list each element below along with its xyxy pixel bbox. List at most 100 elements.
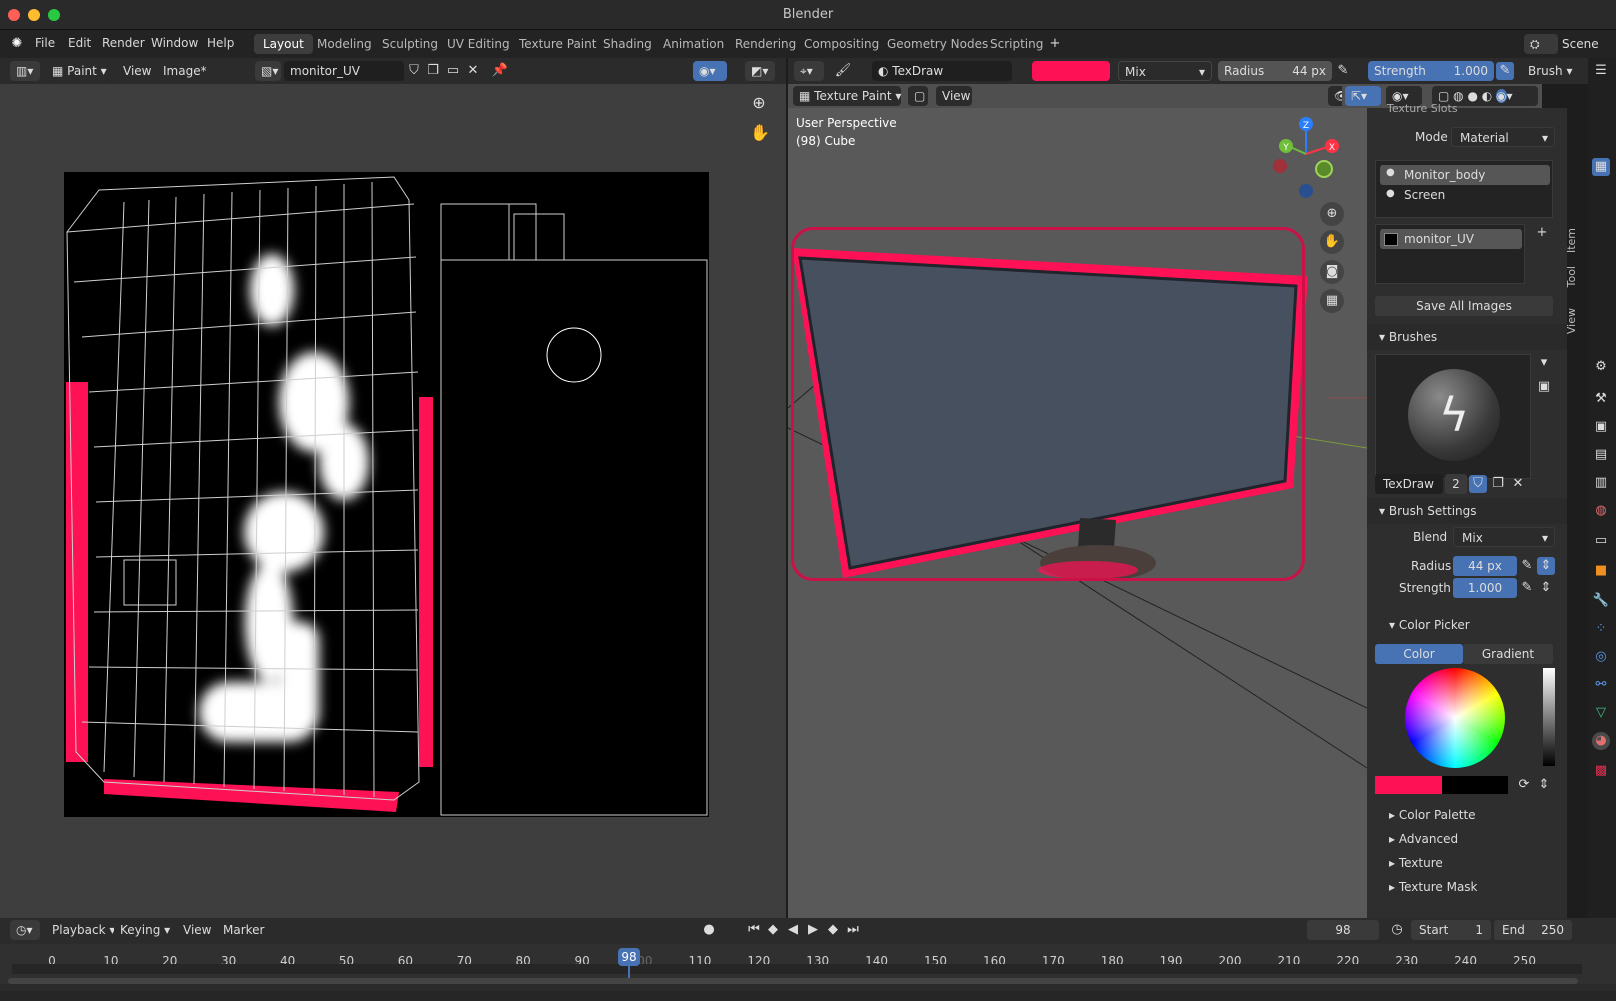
physics-icon[interactable]: ◎	[1592, 648, 1610, 666]
menu-image[interactable]: Image*	[163, 64, 207, 78]
material-item-screen[interactable]: Screen	[1404, 188, 1445, 202]
brush-preview[interactable]: ϟ	[1375, 354, 1531, 479]
tab-sculpting[interactable]: Sculpting	[373, 34, 447, 54]
radius-pressure-icon[interactable]: ✎	[1518, 557, 1536, 575]
strength-pressure-icon[interactable]: ✎	[1518, 579, 1536, 597]
brush-image-icon[interactable]: ▣	[1535, 378, 1553, 396]
advanced-panel[interactable]: ▸ Advanced	[1389, 832, 1458, 846]
new-image-icon[interactable]: ❐	[424, 62, 442, 80]
texture-slots-title[interactable]: Texture Slots	[1387, 102, 1458, 115]
data-icon[interactable]: ▽	[1592, 704, 1610, 722]
viewport-view-menu[interactable]: View	[936, 86, 972, 106]
texture-icon[interactable]: ▩	[1592, 762, 1610, 780]
uv-texture-image[interactable]	[64, 172, 709, 817]
menu-window[interactable]: Window	[151, 36, 198, 50]
tab-rendering[interactable]: Rendering	[726, 34, 805, 54]
image-name-field[interactable]: monitor_UV	[284, 61, 404, 81]
open-image-folder-icon[interactable]: ▭	[444, 62, 462, 80]
color-palette-panel[interactable]: ▸ Color Palette	[1389, 808, 1476, 822]
mode-dropdown[interactable]: ▦ Paint ▾	[46, 61, 111, 81]
brush-tool-icon[interactable]: 🖌	[834, 62, 852, 80]
material-icon[interactable]: ◕	[1592, 732, 1610, 750]
brush-name-field[interactable]: TexDraw	[1375, 474, 1443, 494]
pin-icon[interactable]: 📌	[491, 62, 509, 80]
render-icon[interactable]: ▣	[1592, 418, 1610, 436]
save-all-images-button[interactable]: Save All Images	[1375, 296, 1553, 316]
menu-help[interactable]: Help	[207, 36, 234, 50]
scene-icon[interactable]: ◍	[1592, 502, 1610, 520]
secondary-color-swatch[interactable]	[1442, 776, 1508, 794]
tab-animation[interactable]: Animation	[654, 34, 733, 54]
tab-layout[interactable]: Layout	[254, 34, 313, 54]
viewport-editor-type-button[interactable]: ⌖▾	[794, 61, 824, 81]
editor-type-button[interactable]: ▥▾	[10, 61, 40, 81]
interaction-mode-dropdown[interactable]: ▦ Texture Paint ▾	[793, 86, 901, 106]
tab-item[interactable]: Item	[1565, 228, 1578, 253]
fake-user-shield-icon[interactable]: ⛉	[1469, 475, 1487, 493]
strength-field[interactable]: 1.000	[1453, 578, 1517, 598]
output-icon[interactable]: ▤	[1592, 446, 1610, 464]
object-icon[interactable]: ■	[1592, 562, 1610, 580]
radius-unit-icon[interactable]: ⇕	[1537, 557, 1555, 575]
blender-logo-icon[interactable]: ✺	[8, 35, 26, 53]
add-workspace-icon[interactable]: +	[1046, 35, 1064, 53]
tab-view[interactable]: View	[1565, 308, 1578, 334]
scene-name[interactable]: Scene	[1562, 37, 1599, 51]
brushes-section-header[interactable]: ▾ Brushes	[1367, 324, 1567, 350]
brush-dropdown-icon[interactable]: ▾	[1535, 354, 1553, 372]
texture-panel[interactable]: ▸ Texture	[1389, 856, 1443, 870]
texture-mask-panel[interactable]: ▸ Texture Mask	[1389, 880, 1478, 894]
material-item-monitor-body[interactable]: Monitor_body	[1380, 165, 1550, 185]
current-color-swatch[interactable]	[1375, 776, 1442, 794]
particles-icon[interactable]: ⁘	[1592, 620, 1610, 638]
unlink-image-icon[interactable]: ✕	[464, 62, 482, 80]
slot-mode-dropdown[interactable]: Material ▾	[1451, 127, 1555, 147]
strength-unit-icon[interactable]: ⇕	[1537, 579, 1555, 597]
radius-slider[interactable]: Radius 44 px	[1218, 61, 1332, 81]
gradient-tab[interactable]: Gradient	[1463, 644, 1553, 664]
camera-view-icon[interactable]: ◙	[1320, 260, 1344, 284]
remove-brush-icon[interactable]: ✕	[1509, 475, 1527, 493]
paint-color-swatch[interactable]	[1032, 61, 1110, 81]
constraints-icon[interactable]: ⚯	[1592, 676, 1610, 694]
modifier-wrench-icon[interactable]: 🔧	[1592, 592, 1610, 610]
brush-name-field[interactable]: ◐ TexDraw	[872, 61, 1012, 81]
navigation-gizmo[interactable]: Z Y X	[1268, 116, 1348, 206]
color-tab[interactable]: Color	[1375, 644, 1463, 664]
display-channels-button[interactable]: ◩▾	[745, 61, 775, 81]
blend-dropdown[interactable]: Mix ▾	[1453, 527, 1555, 547]
radius-pressure-icon[interactable]: ✎	[1334, 62, 1352, 80]
zoom-icon[interactable]: ⊕	[750, 94, 768, 112]
scene-selector-button[interactable]: ⛭	[1524, 34, 1558, 54]
tab-modeling[interactable]: Modeling	[308, 34, 381, 54]
tab-uv-editing[interactable]: UV Editing	[438, 34, 519, 54]
zoom-viewport-icon[interactable]: ⊕	[1320, 202, 1344, 226]
value-slider[interactable]	[1543, 668, 1555, 766]
image-slot-monitor-uv[interactable]: monitor_UV	[1380, 229, 1522, 249]
horizontal-scrollbar[interactable]	[8, 978, 1578, 984]
color-picker-header[interactable]: ▾ Color Picker	[1389, 618, 1470, 632]
tab-texture-paint[interactable]: Texture Paint	[510, 34, 605, 54]
brush-menu[interactable]: Brush ▾	[1528, 64, 1572, 78]
add-slot-icon[interactable]: +	[1533, 224, 1551, 242]
tool-tab-icon[interactable]: ▦	[1592, 158, 1610, 176]
brush-settings-section-header[interactable]: ▾ Brush Settings	[1367, 498, 1567, 524]
pan-hand-icon[interactable]: ✋	[750, 124, 770, 142]
tool-settings-icon[interactable]: ⚒	[1592, 390, 1610, 408]
radius-field[interactable]: 44 px	[1453, 556, 1517, 576]
brush-users-count[interactable]: 2	[1445, 474, 1467, 494]
3d-viewport[interactable]: User Perspective (98) Cube Z Y X ⊕ ✋ ◙ ▦	[788, 108, 1367, 918]
tab-compositing[interactable]: Compositing	[795, 34, 888, 54]
view-layer-icon[interactable]: ▥	[1592, 474, 1610, 492]
tab-shading[interactable]: Shading	[594, 34, 661, 54]
menu-edit[interactable]: Edit	[68, 36, 91, 50]
blend-mode-dropdown[interactable]: Mix ▾	[1118, 61, 1212, 81]
color-wheel[interactable]	[1405, 668, 1505, 768]
properties-toggle-icon[interactable]: ⚙	[1592, 358, 1610, 376]
image-browse-button[interactable]: ▧▾	[255, 61, 281, 81]
ortho-grid-icon[interactable]: ▦	[1320, 289, 1344, 313]
gizmo-toggle-button[interactable]: ⇱▾	[1345, 86, 1381, 106]
strength-pressure-icon[interactable]: ✎	[1496, 62, 1514, 80]
menu-render[interactable]: Render	[102, 36, 145, 50]
tab-geometry-nodes[interactable]: Geometry Nodes	[878, 34, 997, 54]
